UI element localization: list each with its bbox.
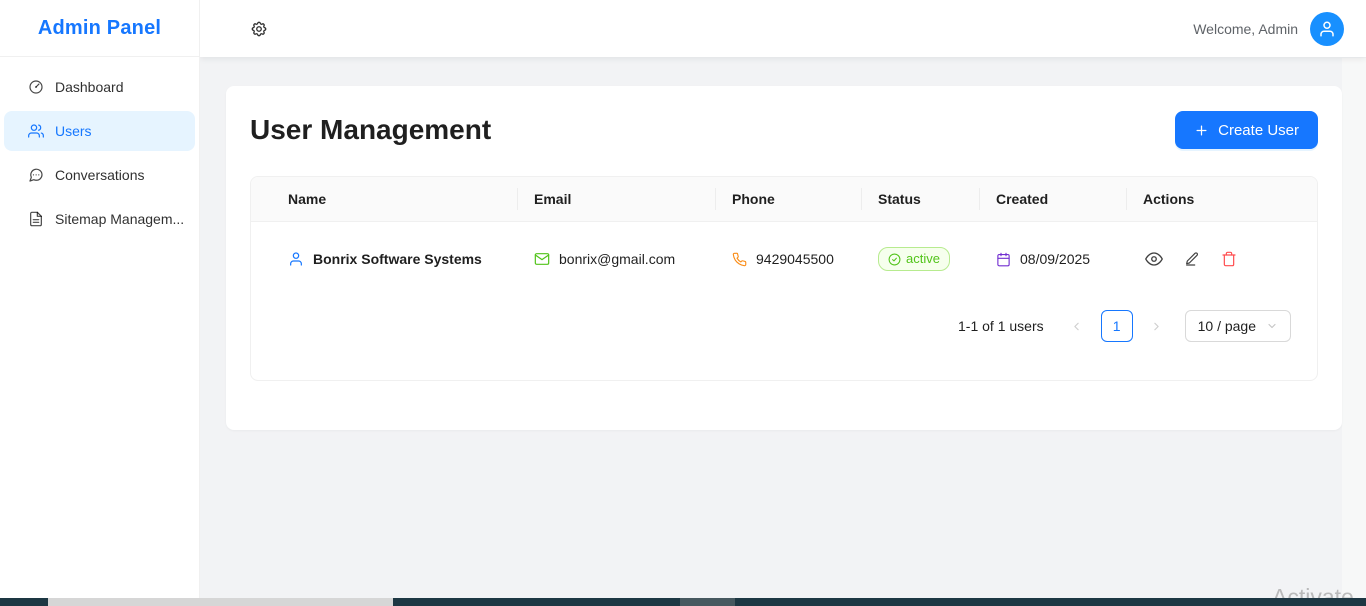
column-label: Actions bbox=[1143, 191, 1194, 207]
app-title: Admin Panel bbox=[0, 0, 199, 57]
user-avatar[interactable] bbox=[1310, 12, 1344, 46]
user-icon bbox=[288, 251, 304, 267]
check-circle-icon bbox=[888, 253, 901, 266]
sidebar-item-label: Conversations bbox=[55, 167, 145, 183]
next-page-button[interactable] bbox=[1142, 311, 1172, 341]
create-user-label: Create User bbox=[1218, 122, 1299, 139]
create-user-button[interactable]: Create User bbox=[1175, 111, 1318, 149]
table-header-row: Name Email Phone Status Created Actions bbox=[251, 177, 1317, 222]
scrollbar-segment bbox=[680, 598, 735, 606]
file-icon bbox=[28, 211, 44, 227]
column-header-actions: Actions bbox=[1127, 177, 1317, 222]
cell-status: active bbox=[862, 222, 980, 297]
delete-button[interactable] bbox=[1219, 249, 1239, 269]
sidebar-menu: Dashboard Users Conversations bbox=[0, 57, 199, 239]
sidebar-item-label: Dashboard bbox=[55, 79, 124, 95]
chevron-left-icon bbox=[1070, 320, 1083, 333]
phone-icon bbox=[732, 252, 747, 267]
status-text: active bbox=[906, 251, 940, 267]
sidebar-item-label: Users bbox=[55, 123, 92, 139]
dashboard-icon bbox=[28, 79, 44, 95]
users-table: Name Email Phone Status Created Actions bbox=[251, 177, 1317, 296]
calendar-icon bbox=[996, 252, 1011, 267]
users-table-container: Name Email Phone Status Created Actions bbox=[250, 176, 1318, 381]
cell-actions bbox=[1127, 222, 1317, 297]
column-header-status: Status bbox=[862, 177, 980, 222]
pagination: 1-1 of 1 users 1 bbox=[277, 310, 1291, 342]
page-size-select[interactable]: 10 / page bbox=[1185, 310, 1291, 342]
column-header-name: Name bbox=[251, 177, 518, 222]
column-label: Phone bbox=[732, 191, 775, 207]
message-icon bbox=[28, 167, 44, 183]
edit-icon bbox=[1184, 251, 1200, 267]
sidebar: Admin Panel Dashboard Users bbox=[0, 0, 200, 598]
sidebar-item-dashboard[interactable]: Dashboard bbox=[4, 67, 195, 107]
cell-name: Bonrix Software Systems bbox=[251, 222, 518, 297]
cell-created: 08/09/2025 bbox=[980, 222, 1127, 297]
gear-icon bbox=[250, 20, 268, 38]
page-title: User Management bbox=[250, 110, 491, 150]
settings-button[interactable] bbox=[248, 18, 270, 40]
main-content: User Management Create User Name bbox=[200, 58, 1366, 598]
sidebar-item-users[interactable]: Users bbox=[4, 111, 195, 151]
column-label: Status bbox=[878, 191, 921, 207]
welcome-text: Welcome, Admin bbox=[1193, 21, 1298, 37]
user-phone: 9429045500 bbox=[756, 251, 834, 267]
team-icon bbox=[28, 123, 44, 139]
trash-icon bbox=[1221, 251, 1237, 267]
topbar-right: Welcome, Admin bbox=[1193, 12, 1344, 46]
sidebar-item-sitemap[interactable]: Sitemap Managem... bbox=[4, 199, 195, 239]
chevron-right-icon bbox=[1150, 320, 1163, 333]
column-header-email: Email bbox=[518, 177, 716, 222]
cell-email: bonrix@gmail.com bbox=[518, 222, 716, 297]
pagination-total: 1-1 of 1 users bbox=[958, 318, 1044, 334]
column-header-phone: Phone bbox=[716, 177, 862, 222]
view-button[interactable] bbox=[1143, 248, 1165, 270]
previous-page-button[interactable] bbox=[1062, 311, 1092, 341]
column-label: Name bbox=[288, 191, 326, 207]
cell-phone: 9429045500 bbox=[716, 222, 862, 297]
eye-icon bbox=[1145, 250, 1163, 268]
page-size-value: 10 / page bbox=[1198, 318, 1256, 334]
table-row: Bonrix Software Systems bonrix@gmai bbox=[251, 222, 1317, 297]
avatar-user-icon bbox=[1318, 20, 1336, 38]
column-header-created: Created bbox=[980, 177, 1127, 222]
horizontal-scrollbar-track[interactable] bbox=[0, 598, 1366, 606]
status-badge: active bbox=[878, 247, 950, 271]
sidebar-item-conversations[interactable]: Conversations bbox=[4, 155, 195, 195]
user-management-card: User Management Create User Name bbox=[226, 86, 1342, 430]
user-email: bonrix@gmail.com bbox=[559, 251, 675, 267]
page-number-button[interactable]: 1 bbox=[1101, 310, 1133, 342]
topbar: Welcome, Admin bbox=[200, 0, 1366, 57]
user-name: Bonrix Software Systems bbox=[313, 251, 482, 267]
app-title-text: Admin Panel bbox=[38, 17, 161, 40]
chevron-down-icon bbox=[1266, 320, 1278, 332]
column-label: Created bbox=[996, 191, 1048, 207]
created-date: 08/09/2025 bbox=[1020, 251, 1090, 267]
sidebar-item-label: Sitemap Managem... bbox=[55, 211, 184, 227]
mail-icon bbox=[534, 251, 550, 267]
card-header: User Management Create User bbox=[250, 110, 1318, 150]
horizontal-scrollbar-thumb[interactable] bbox=[48, 598, 393, 606]
column-label: Email bbox=[534, 191, 571, 207]
edit-button[interactable] bbox=[1182, 249, 1202, 269]
plus-icon bbox=[1194, 123, 1209, 138]
vertical-scrollbar[interactable] bbox=[1342, 58, 1366, 598]
